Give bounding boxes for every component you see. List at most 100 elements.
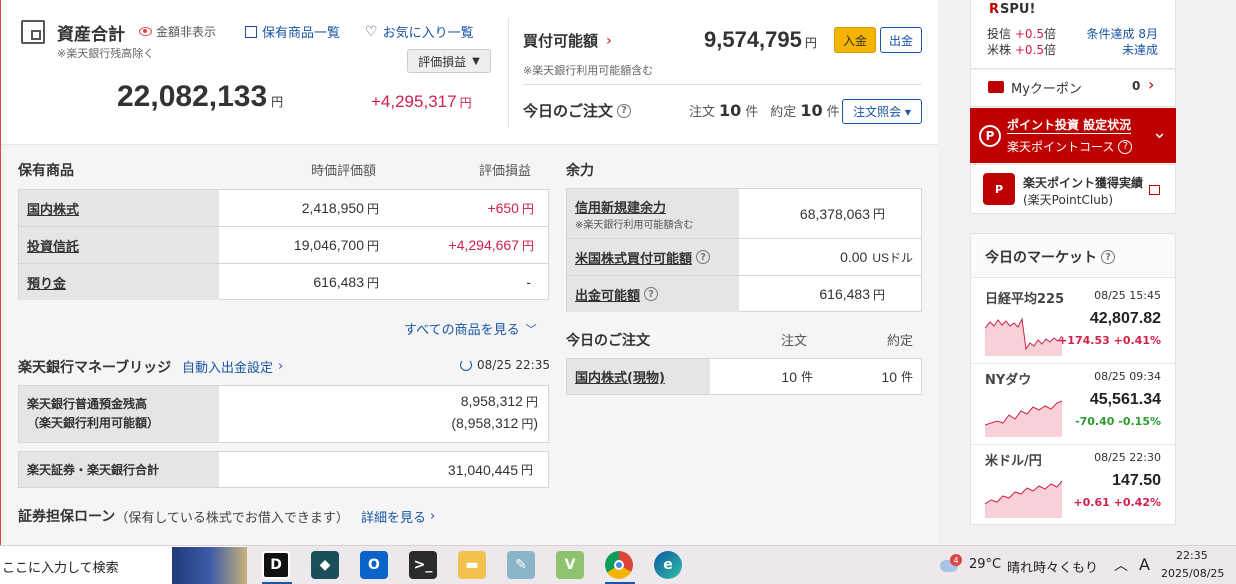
help-icon[interactable]: ? xyxy=(617,103,632,118)
capacity-title: 余力 xyxy=(566,163,594,179)
today-orders-head: 今日のご注文? xyxy=(523,100,632,121)
market-item[interactable]: 米ドル/円 08/25 22:30 147.50 +0.61 +0.42% xyxy=(971,446,1175,526)
external-link-icon xyxy=(1149,185,1160,195)
point-record-card[interactable]: P 楽天ポイント獲得実績 (楽天PointClub) xyxy=(970,164,1176,214)
bridge-balance-table: 楽天銀行普通預金残高 （楽天銀行利用可能額） 8,958,312 円 (8,958,… xyxy=(18,385,549,443)
capacity-value: 616,483 円 xyxy=(819,286,885,302)
market-change: +174.53 +0.41% xyxy=(1058,334,1161,347)
point-invest-title: ポイント投資 設定状況 xyxy=(1007,118,1132,134)
folder-icon[interactable]: ▬ xyxy=(458,551,486,579)
capacity-name[interactable]: 信用新規建余力 ※楽天銀行利用可能額含む xyxy=(567,189,739,238)
point-club-icon: P xyxy=(983,173,1015,205)
holding-value: 616,483 円 xyxy=(313,274,379,290)
order-inquiry-button[interactable]: 注文照会 ▾ xyxy=(842,99,922,124)
main-panel: 資産合計 金額非表示 ※楽天銀行残高除く 保有商品一覧 ♡ お気に入り一覧 評価… xyxy=(0,0,938,546)
holding-pl: - xyxy=(526,274,531,290)
exec-count: 10 xyxy=(800,101,823,120)
hide-amount-toggle[interactable]: 金額非表示 xyxy=(139,23,216,40)
weather-badge: 4 xyxy=(950,554,962,566)
holdings-table: 国内株式 2,418,950 円 +650 円 投資信託 19,046,700 円 +… xyxy=(18,189,549,300)
help-icon[interactable]: ? xyxy=(1118,139,1133,154)
capacity-name[interactable]: 米国株式買付可能額? xyxy=(567,239,739,275)
market-change: +0.61 +0.42% xyxy=(1073,496,1161,509)
coupon-card[interactable]: Myクーポン 0 › xyxy=(970,69,1176,107)
market-name: 日経平均225 xyxy=(985,292,1065,307)
help-icon[interactable]: ? xyxy=(1101,250,1115,264)
deposit-button[interactable]: 入金 xyxy=(834,27,876,53)
spu-card: R SPU! 投信 +0.5倍 条件達成 8月 米株 +0.5倍 未達成 xyxy=(970,0,1176,69)
holding-name[interactable]: 預り金 xyxy=(19,264,219,300)
favorites-link[interactable]: ♡ お気に入り一覧 xyxy=(365,22,474,42)
capacity-name[interactable]: 出金可能額? xyxy=(567,276,739,312)
order-unit: 件 xyxy=(745,105,759,120)
exec-count-cell: 10 件 xyxy=(881,368,913,385)
point-invest-course: 楽天ポイントコース? xyxy=(1007,138,1133,155)
withdraw-button[interactable]: 出金 xyxy=(880,27,922,53)
app-v-icon[interactable]: V xyxy=(556,551,584,579)
clock-time[interactable]: 22:35 xyxy=(1176,549,1208,562)
taskbar: ここに入力して検索 D ◆ O >_ ▬ ✎ V e 4 29°C 晴れ時々くも… xyxy=(0,545,1236,584)
today-orders-head-label: 今日のご注文 xyxy=(523,102,614,120)
see-all-link[interactable]: すべての商品を見る ﹀ xyxy=(404,319,537,339)
buying-power-unit: 円 xyxy=(804,36,817,50)
help-icon[interactable]: ? xyxy=(644,287,659,301)
chrome-icon[interactable] xyxy=(605,551,633,579)
weather-icon[interactable]: 4 xyxy=(938,554,962,576)
total-pl-value: +4,295,317 xyxy=(371,92,457,111)
col-value-header: 時価評価額 xyxy=(311,164,377,179)
holding-name[interactable]: 国内株式 xyxy=(19,190,219,226)
bridge-available-value: (8,958,312 円) xyxy=(451,415,538,431)
coupon-label: Myクーポン xyxy=(1011,82,1082,97)
spu-row-2-link[interactable]: 未達成 xyxy=(1122,41,1158,58)
taskbar-search-box[interactable]: ここに入力して検索 xyxy=(0,546,247,584)
ime-indicator[interactable]: A xyxy=(1139,555,1150,574)
buying-power-link[interactable]: 買付可能額 › xyxy=(523,30,612,51)
terminal-icon[interactable]: >_ xyxy=(409,551,437,579)
taskbar-search-placeholder: ここに入力して検索 xyxy=(2,561,119,576)
point-invest-banner[interactable]: P ポイント投資 設定状況 楽天ポイントコース? ⌄ xyxy=(970,108,1176,163)
help-icon[interactable]: ? xyxy=(696,250,711,264)
holding-name[interactable]: 投資信託 xyxy=(19,227,219,263)
loan-details-link[interactable]: 詳細を見る xyxy=(361,507,426,526)
app-filmora-icon[interactable]: ◆ xyxy=(311,551,339,579)
market-change: -70.40 -0.15% xyxy=(1075,415,1161,428)
outlook-icon[interactable]: O xyxy=(360,551,388,579)
holdings-list-link[interactable]: 保有商品一覧 xyxy=(245,22,340,41)
today-orders-table: 国内株式(現物) 10 件 10 件 xyxy=(566,358,922,395)
market-time: 08/25 15:45 xyxy=(1094,289,1161,302)
holding-value: 2,418,950 円 xyxy=(301,200,379,216)
today-orders-counts: 注文 10 件 約定 10 件 xyxy=(689,101,840,120)
chevron-right-icon: › xyxy=(278,359,284,374)
eval-select[interactable]: 評価損益 ▼ xyxy=(407,49,491,73)
holding-pl: +650 円 xyxy=(487,200,534,216)
spu-title-label: SPU! xyxy=(1000,2,1036,17)
order-product-name[interactable]: 国内株式(現物) xyxy=(567,359,710,394)
col-order-header: 注文 xyxy=(781,334,808,349)
divider xyxy=(523,84,922,85)
app-d-icon[interactable]: D xyxy=(262,551,290,579)
market-name: NYダウ xyxy=(985,373,1032,388)
market-title: 今日のマーケット? xyxy=(985,247,1115,267)
capacity-value: 68,378,063 円 xyxy=(799,205,885,222)
market-card: 今日のマーケット? 日経平均225 08/25 15:45 42,807.82 +17… xyxy=(970,233,1176,525)
edge-icon[interactable]: e xyxy=(654,551,682,579)
order-label: 注文 xyxy=(689,105,716,120)
loan-title: 証券担保ローン xyxy=(18,509,116,525)
col-pl-header: 評価損益 xyxy=(479,164,532,179)
spu-row-1-link[interactable]: 条件達成 8月 xyxy=(1087,25,1158,42)
bridge-refresh[interactable]: 08/25 22:35 xyxy=(460,358,550,372)
see-all-label: すべての商品を見る xyxy=(404,323,520,338)
auto-transfer-link[interactable]: 自動入出金設定 › xyxy=(182,357,283,376)
app-root: 資産合計 金額非表示 ※楽天銀行残高除く 保有商品一覧 ♡ お気に入り一覧 評価… xyxy=(0,0,1236,584)
market-item[interactable]: 日経平均225 08/25 15:45 42,807.82 +174.53 +0.41… xyxy=(971,284,1175,364)
hide-amount-label: 金額非表示 xyxy=(156,25,217,39)
order-count-cell: 10 件 xyxy=(781,368,813,385)
summary-section: 資産合計 金額非表示 ※楽天銀行残高除く 保有商品一覧 ♡ お気に入り一覧 評価… xyxy=(1,0,938,145)
chevron-up-icon[interactable]: ︿ xyxy=(1114,555,1128,575)
clock-date[interactable]: 2025/08/25 xyxy=(1161,567,1224,580)
market-item[interactable]: NYダウ 08/25 09:34 45,561.34 -70.40 -0.15% xyxy=(971,365,1175,445)
buying-power-note: ※楽天銀行利用可能額含む xyxy=(523,64,654,77)
notes-icon[interactable]: ✎ xyxy=(507,551,535,579)
assets-icon xyxy=(21,20,45,44)
market-time: 08/25 22:30 xyxy=(1094,451,1161,464)
